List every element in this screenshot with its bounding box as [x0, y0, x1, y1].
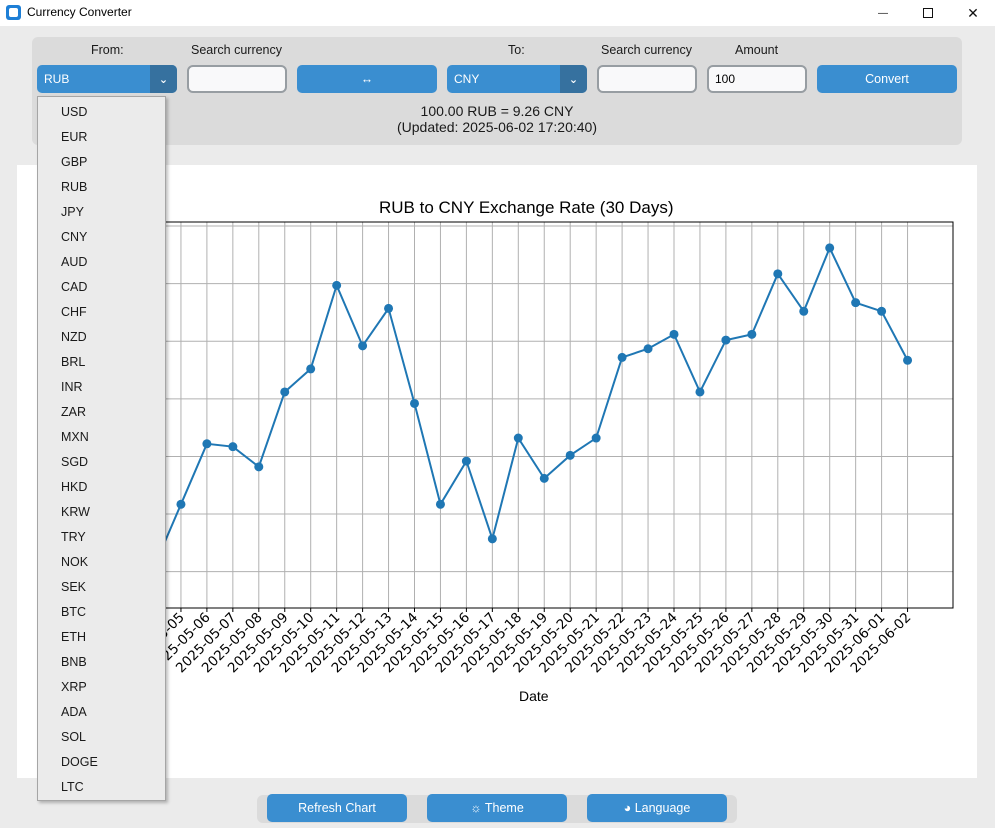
data-point [176, 499, 186, 509]
data-point [461, 456, 471, 466]
window-title: Currency Converter [27, 5, 132, 19]
data-point [358, 341, 368, 351]
dropdown-option[interactable]: AUD [61, 255, 87, 269]
data-point [591, 433, 601, 443]
from-currency-value: RUB [44, 72, 70, 86]
data-point [384, 303, 394, 313]
dropdown-option[interactable]: ZAR [61, 405, 86, 419]
data-point [435, 499, 445, 509]
close-icon: ✕ [967, 4, 979, 21]
plot-frame [163, 221, 954, 609]
title-bar: Currency Converter — ✕ [0, 0, 995, 26]
updated-timestamp: (Updated: 2025-06-02 17:20:40) [396, 119, 598, 135]
swap-icon: ↔ [360, 72, 374, 86]
data-point [202, 439, 212, 449]
dropdown-option[interactable]: EUR [61, 130, 87, 144]
chevron-down-icon[interactable]: ⌄ [560, 65, 587, 93]
data-point [851, 298, 861, 308]
dropdown-option[interactable]: CNY [61, 230, 87, 244]
data-point [747, 329, 757, 339]
theme-button[interactable]: ☼ Theme [427, 794, 567, 822]
dropdown-option[interactable]: CAD [61, 280, 87, 294]
maximize-icon [923, 8, 933, 18]
dropdown-option[interactable]: INR [61, 380, 83, 394]
from-currency-select[interactable]: RUB ⌄ [37, 65, 177, 93]
dropdown-option[interactable]: NOK [61, 555, 88, 569]
dropdown-option[interactable]: CHF [61, 305, 87, 319]
dropdown-option[interactable]: LTC [61, 780, 84, 794]
language-button[interactable]: ◕ Language [587, 794, 727, 822]
from-label: From: [91, 43, 124, 57]
search-label-to: Search currency [601, 43, 693, 57]
dropdown-option[interactable]: SOL [61, 730, 86, 744]
dropdown-option[interactable]: ADA [61, 705, 87, 719]
amount-label: Amount [735, 43, 779, 57]
data-point [825, 243, 835, 253]
data-point [539, 473, 549, 483]
search-input-to[interactable] [597, 65, 697, 93]
dropdown-option[interactable]: HKD [61, 480, 87, 494]
to-label: To: [508, 43, 525, 57]
data-point [254, 462, 264, 472]
to-currency-select[interactable]: CNY ⌄ [447, 65, 587, 93]
data-point [695, 387, 705, 397]
data-point [903, 355, 913, 365]
data-point [617, 352, 627, 362]
data-point [280, 387, 290, 397]
close-button[interactable]: ✕ [950, 0, 995, 26]
data-point [228, 442, 238, 452]
dropdown-option[interactable]: SGD [61, 455, 88, 469]
data-point [332, 280, 342, 290]
dropdown-option[interactable]: MXN [61, 430, 89, 444]
dropdown-option[interactable]: GBP [61, 155, 87, 169]
amount-input[interactable]: 100 [707, 65, 807, 93]
refresh-chart-button[interactable]: Refresh Chart [267, 794, 407, 822]
dropdown-option[interactable]: BRL [61, 355, 85, 369]
currency-dropdown-menu[interactable]: USD EUR GBP RUB JPY CNY AUD CAD CHF NZD BRL INR ZAR M… [37, 96, 166, 801]
maximize-button[interactable] [905, 0, 951, 26]
swap-button[interactable]: ↔ [297, 65, 437, 93]
data-point [306, 364, 316, 374]
data-point [721, 335, 731, 345]
data-point [487, 534, 497, 544]
data-point [565, 450, 575, 460]
dropdown-option[interactable]: KRW [61, 505, 90, 519]
minimize-icon: — [878, 7, 888, 19]
minimize-button[interactable]: — [860, 0, 906, 26]
data-point [669, 329, 679, 339]
search-label-from: Search currency [191, 43, 283, 57]
data-point [877, 306, 887, 316]
chart-title: RUB to CNY Exchange Rate (30 Days) [379, 198, 674, 217]
data-point [773, 269, 783, 279]
data-point [513, 433, 523, 443]
dropdown-option[interactable]: ETH [61, 630, 86, 644]
dropdown-option[interactable]: BNB [61, 655, 87, 669]
dropdown-option[interactable]: RUB [61, 180, 87, 194]
x-axis-label: Date [519, 688, 549, 704]
app-icon [6, 5, 21, 20]
search-input-from[interactable] [187, 65, 287, 93]
dropdown-option[interactable]: BTC [61, 605, 86, 619]
dropdown-option[interactable]: NZD [61, 330, 87, 344]
dropdown-option[interactable]: XRP [61, 680, 87, 694]
data-point [410, 398, 419, 408]
conversion-result: 100.00 RUB = 9.26 CNY [420, 103, 574, 119]
chevron-down-icon[interactable]: ⌄ [150, 65, 177, 93]
dropdown-option[interactable]: JPY [61, 205, 84, 219]
convert-button[interactable]: Convert [817, 65, 957, 93]
dropdown-option[interactable]: USD [61, 105, 87, 119]
data-point [799, 306, 809, 316]
dropdown-option[interactable]: TRY [61, 530, 86, 544]
dropdown-option[interactable]: DOGE [61, 755, 98, 769]
dropdown-option[interactable]: SEK [61, 580, 86, 594]
data-point [643, 344, 653, 354]
to-currency-value: CNY [454, 72, 480, 86]
